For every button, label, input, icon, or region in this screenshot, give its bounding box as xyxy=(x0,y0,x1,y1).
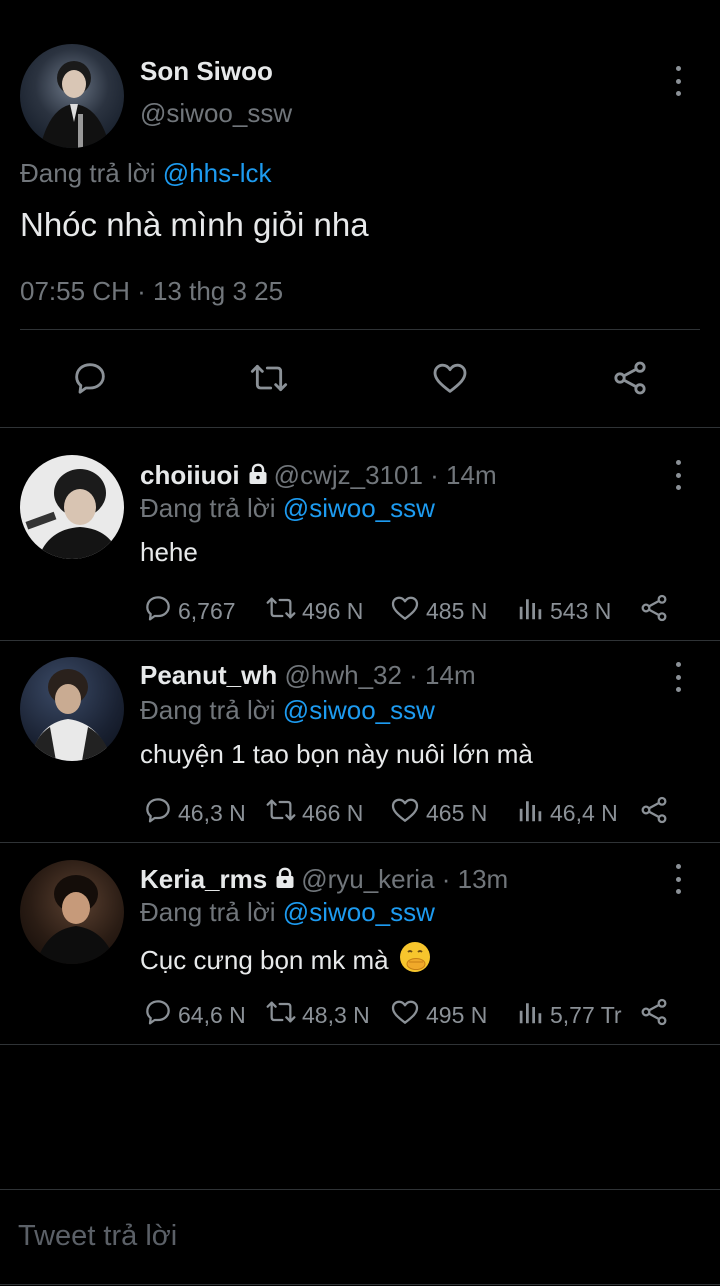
reply-views-button[interactable]: 46,4 N xyxy=(516,794,618,832)
person-photo-icon xyxy=(40,61,110,148)
share-icon[interactable] xyxy=(610,358,650,398)
reply-header: Peanut_wh @hwh_32 · 14m xyxy=(140,660,476,691)
reply-comment-button[interactable]: 46,3 N xyxy=(142,794,246,832)
reply-prefix: Đang trả lời xyxy=(20,158,156,188)
bottom-divider xyxy=(0,1284,720,1285)
person-photo-icon xyxy=(36,875,116,964)
reply-composer-input[interactable]: Tweet trả lời xyxy=(18,1220,177,1253)
reply-header: choiiuoi @cwjz_3101 · 14m xyxy=(140,460,497,493)
reply-to-link[interactable]: @siwoo_ssw xyxy=(283,493,435,523)
reply-prefix: Đang trả lời xyxy=(140,897,276,927)
divider xyxy=(0,1044,720,1045)
reply-retweet-button[interactable]: 496 N xyxy=(264,592,363,630)
person-photo-icon xyxy=(30,669,112,761)
views-count: 543 N xyxy=(550,597,612,624)
reply-header: Keria_rms @ryu_keria · 13m xyxy=(140,864,508,897)
reply-text-line: Cục cưng bọn mk mà xyxy=(140,941,431,980)
main-tweet-timestamp[interactable]: 07:55 CH · 13 thg 3 25 xyxy=(20,276,283,307)
reply-like-button[interactable]: 485 N xyxy=(388,592,487,630)
reply-to-link[interactable]: @hhs-lck xyxy=(163,158,272,188)
comment-count: 6,767 xyxy=(178,597,236,624)
retweet-icon[interactable] xyxy=(248,358,290,398)
main-tweet-author-name[interactable]: Son Siwoo xyxy=(140,56,273,87)
retweet-icon xyxy=(264,592,302,630)
lock-icon xyxy=(246,462,270,493)
more-options-icon[interactable] xyxy=(666,460,690,490)
reply-text: hehe xyxy=(140,537,198,567)
reply-handle-time[interactable]: @hwh_32 · 14m xyxy=(284,660,475,690)
reply-like-button[interactable]: 495 N xyxy=(388,996,487,1034)
reply-text: Cục cưng bọn mk mà xyxy=(140,945,389,975)
views-icon xyxy=(516,996,550,1034)
more-options-icon[interactable] xyxy=(666,66,690,96)
reply-text: chuyện 1 tao bọn này nuôi lớn mà xyxy=(140,739,533,769)
reply-retweet-button[interactable]: 48,3 N xyxy=(264,996,370,1034)
reply-to-link[interactable]: @siwoo_ssw xyxy=(283,897,435,927)
reply-views-button[interactable]: 5,77 Tr xyxy=(516,996,622,1034)
divider xyxy=(0,640,720,641)
more-options-icon[interactable] xyxy=(666,662,690,692)
more-options-icon[interactable] xyxy=(666,864,690,894)
share-icon[interactable] xyxy=(638,794,670,826)
views-count: 5,77 Tr xyxy=(550,1001,622,1028)
divider xyxy=(0,842,720,843)
views-icon xyxy=(516,592,550,630)
share-icon[interactable] xyxy=(638,996,670,1028)
like-count: 465 N xyxy=(426,799,488,826)
reply-avatar[interactable] xyxy=(20,657,124,761)
reply-icon xyxy=(142,794,178,832)
main-tweet-reply-context: Đang trả lời @hhs-lck xyxy=(20,158,272,189)
person-photo-icon xyxy=(25,469,120,559)
reply-icon xyxy=(142,996,178,1034)
reply-prefix: Đang trả lời xyxy=(140,493,276,523)
reply-author-name[interactable]: Keria_rms xyxy=(140,864,267,894)
reply-context: Đang trả lời @siwoo_ssw xyxy=(140,695,435,726)
like-icon xyxy=(388,794,426,832)
like-icon xyxy=(388,996,426,1034)
retweet-count: 466 N xyxy=(302,799,364,826)
comment-count: 46,3 N xyxy=(178,799,246,826)
comment-count: 64,6 N xyxy=(178,1001,246,1028)
composer-divider xyxy=(0,1189,720,1190)
like-count: 485 N xyxy=(426,597,488,624)
reply-comment-button[interactable]: 64,6 N xyxy=(142,996,246,1034)
views-icon xyxy=(516,794,550,832)
reply-icon xyxy=(142,592,178,630)
reply-handle-time[interactable]: @ryu_keria · 13m xyxy=(301,864,508,894)
reply-prefix: Đang trả lời xyxy=(140,695,276,725)
share-icon[interactable] xyxy=(638,592,670,624)
lock-icon xyxy=(273,866,297,897)
reply-retweet-button[interactable]: 466 N xyxy=(264,794,363,832)
reply-author-name[interactable]: choiiuoi xyxy=(140,460,240,490)
reply-avatar[interactable] xyxy=(20,860,124,964)
reply-views-button[interactable]: 543 N xyxy=(516,592,611,630)
retweet-count: 48,3 N xyxy=(302,1001,370,1028)
reply-avatar[interactable] xyxy=(20,455,124,559)
reply-icon[interactable] xyxy=(70,358,110,398)
like-icon xyxy=(388,592,426,630)
divider xyxy=(20,329,700,330)
reply-handle-time[interactable]: @cwjz_3101 · 14m xyxy=(274,460,497,490)
retweet-icon xyxy=(264,794,302,832)
reply-context: Đang trả lời @siwoo_ssw xyxy=(140,493,435,524)
reply-to-link[interactable]: @siwoo_ssw xyxy=(283,695,435,725)
reply-like-button[interactable]: 465 N xyxy=(388,794,487,832)
hand-over-mouth-emoji-icon xyxy=(399,941,431,980)
retweet-icon xyxy=(264,996,302,1034)
main-tweet-text: Nhóc nhà mình giỏi nha xyxy=(20,206,369,243)
like-icon[interactable] xyxy=(429,358,471,398)
divider xyxy=(0,427,720,428)
reply-context: Đang trả lời @siwoo_ssw xyxy=(140,897,435,928)
retweet-count: 496 N xyxy=(302,597,364,624)
reply-comment-button[interactable]: 6,767 xyxy=(142,592,236,630)
main-tweet-handle[interactable]: @siwoo_ssw xyxy=(140,98,292,129)
main-tweet-avatar[interactable] xyxy=(20,44,124,148)
reply-author-name[interactable]: Peanut_wh xyxy=(140,660,277,690)
like-count: 495 N xyxy=(426,1001,488,1028)
views-count: 46,4 N xyxy=(550,799,618,826)
